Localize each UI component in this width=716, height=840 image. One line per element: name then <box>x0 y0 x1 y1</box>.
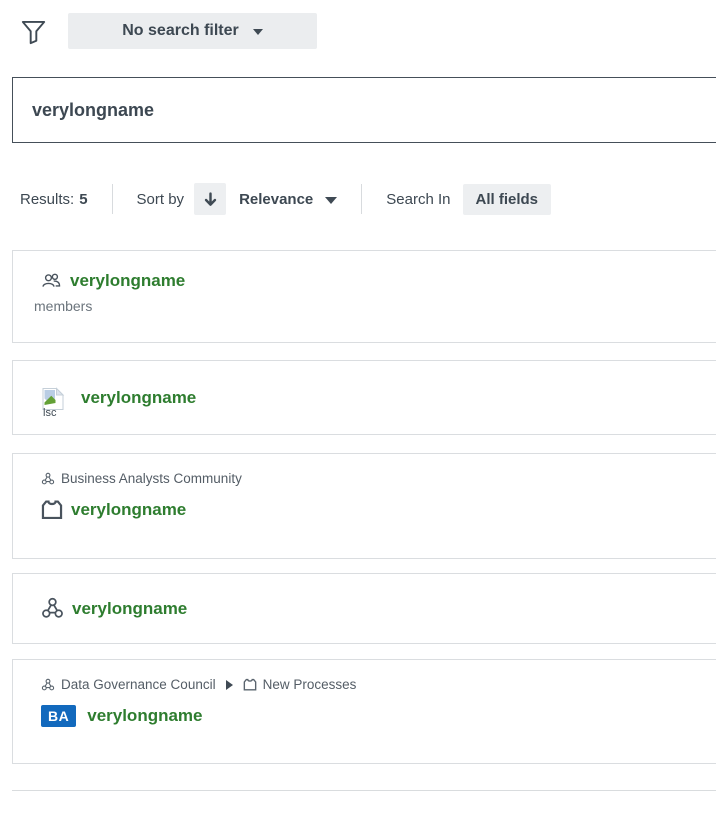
result-title-row: BA verylongname <box>41 705 716 727</box>
community-icon <box>41 678 55 692</box>
breadcrumb-community-link[interactable]: Data Governance Council <box>61 677 216 692</box>
breadcrumb: Data Governance Council New Processes <box>41 677 716 692</box>
search-page: No search filter Results: 5 Sort by Rele… <box>0 0 716 840</box>
domain-icon <box>243 678 257 691</box>
result-card-group[interactable]: verylongname members <box>12 250 716 343</box>
toolbar-divider <box>112 184 113 214</box>
community-icon <box>41 472 55 486</box>
next-card-divider <box>12 790 716 791</box>
chevron-down-icon <box>253 29 263 35</box>
search-input[interactable] <box>12 77 716 143</box>
result-title-link[interactable]: verylongname <box>87 706 202 726</box>
broken-image-icon: lsc <box>41 387 68 418</box>
result-title-link[interactable]: verylongname <box>72 599 187 619</box>
breadcrumb-community-link[interactable]: Business Analysts Community <box>61 471 242 486</box>
filter-bar: No search filter <box>18 13 317 49</box>
result-card-domain[interactable]: Business Analysts Community verylongname <box>12 453 716 559</box>
result-description: members <box>34 298 716 314</box>
arrow-down-icon <box>202 191 219 208</box>
sort-by-label: Sort by <box>137 191 185 208</box>
search-filter-label: No search filter <box>122 22 238 40</box>
result-title-row: verylongname <box>41 499 716 520</box>
image-alt-text: lsc <box>43 407 56 418</box>
domain-icon <box>41 499 63 520</box>
breadcrumb-separator-icon <box>226 680 233 690</box>
group-icon <box>41 272 62 290</box>
result-title-link[interactable]: verylongname <box>70 271 185 291</box>
filter-funnel-icon[interactable] <box>18 14 48 48</box>
search-filter-dropdown[interactable]: No search filter <box>68 13 317 49</box>
results-count: 5 <box>79 191 87 208</box>
breadcrumb-domain-link[interactable]: New Processes <box>263 677 357 692</box>
results-label: Results: <box>20 191 74 208</box>
asset-type-badge: BA <box>41 705 76 727</box>
result-card-image-asset[interactable]: lsc verylongname <box>12 360 716 435</box>
search-in-field-selector[interactable]: All fields <box>463 184 552 215</box>
community-icon <box>41 597 64 620</box>
sort-field-value: Relevance <box>239 191 313 208</box>
result-title-link[interactable]: verylongname <box>81 388 196 408</box>
sort-field-dropdown[interactable]: Relevance <box>239 191 337 208</box>
toolbar-divider <box>361 184 362 214</box>
result-card-asset[interactable]: Data Governance Council New Processes BA… <box>12 659 716 764</box>
search-in-label: Search In <box>386 191 450 208</box>
result-card-community[interactable]: verylongname <box>12 573 716 644</box>
chevron-down-icon <box>325 197 337 204</box>
sort-direction-button[interactable] <box>194 183 226 215</box>
breadcrumb: Business Analysts Community <box>41 471 716 486</box>
result-title-link[interactable]: verylongname <box>71 500 186 520</box>
result-title-row: verylongname <box>41 271 716 291</box>
funnel-icon <box>20 18 47 45</box>
search-in-value: All fields <box>476 191 539 208</box>
search-results-list: verylongname members lsc verylongname <box>12 250 716 764</box>
results-toolbar: Results: 5 Sort by Relevance Search In A… <box>20 182 551 216</box>
